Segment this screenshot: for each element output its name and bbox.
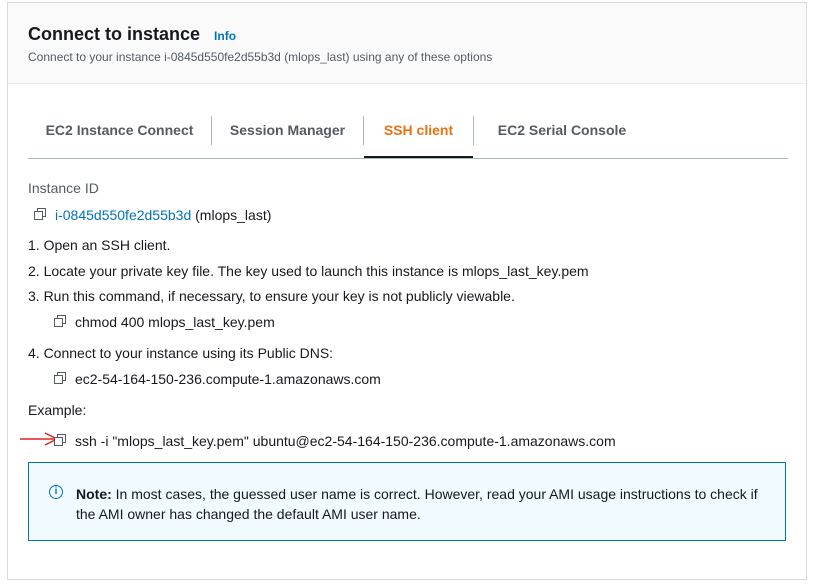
info-link[interactable]: Info	[214, 29, 236, 43]
copy-icon[interactable]	[54, 372, 67, 385]
public-dns: ec2-54-164-150-236.compute-1.amazonaws.c…	[75, 371, 381, 387]
note-prefix: Note:	[76, 486, 112, 502]
step-3: 3. Run this command, if necessary, to en…	[28, 288, 515, 304]
step-1: 1. Open an SSH client.	[28, 237, 171, 253]
copy-icon[interactable]	[54, 434, 67, 447]
panel-header: Connect to instance Info Connect to your…	[8, 3, 806, 84]
connect-to-instance-panel: Connect to instance Info Connect to your…	[7, 2, 807, 580]
instance-id-link[interactable]: i-0845d550fe2d55b3d	[55, 207, 191, 223]
note-text: Note: In most cases, the guessed user na…	[76, 484, 766, 524]
copy-icon[interactable]	[34, 208, 47, 221]
tab-ec2-serial-console[interactable]: EC2 Serial Console	[474, 113, 650, 158]
instance-id-row: i-0845d550fe2d55b3d (mlops_last)	[34, 207, 271, 223]
instance-id-label: Instance ID	[28, 180, 99, 196]
public-dns-row: ec2-54-164-150-236.compute-1.amazonaws.c…	[54, 371, 381, 387]
chmod-command: chmod 400 mlops_last_key.pem	[75, 314, 275, 330]
page-subtitle: Connect to your instance i-0845d550fe2d5…	[28, 50, 493, 64]
info-circle-icon: i	[49, 485, 63, 499]
tab-session-manager[interactable]: Session Manager	[212, 113, 363, 158]
example-command-row: ssh -i "mlops_last_key.pem" ubuntu@ec2-5…	[54, 433, 616, 449]
title-row: Connect to instance Info	[28, 24, 236, 45]
step-4: 4. Connect to your instance using its Pu…	[28, 345, 334, 361]
example-ssh-command: ssh -i "mlops_last_key.pem" ubuntu@ec2-5…	[75, 433, 616, 449]
tab-ssh-client[interactable]: SSH client	[364, 113, 473, 158]
connection-tabs: EC2 Instance Connect Session Manager SSH…	[28, 113, 788, 159]
copy-icon[interactable]	[54, 315, 67, 328]
tab-ec2-instance-connect[interactable]: EC2 Instance Connect	[28, 113, 211, 158]
example-label: Example:	[28, 402, 87, 418]
instance-name: (mlops_last)	[195, 207, 272, 223]
note-body: In most cases, the guessed user name is …	[76, 486, 758, 522]
info-note-box: i Note: In most cases, the guessed user …	[28, 462, 786, 541]
step-2: 2. Locate your private key file. The key…	[28, 263, 589, 279]
page-title: Connect to instance	[28, 24, 201, 44]
chmod-command-row: chmod 400 mlops_last_key.pem	[54, 314, 275, 330]
